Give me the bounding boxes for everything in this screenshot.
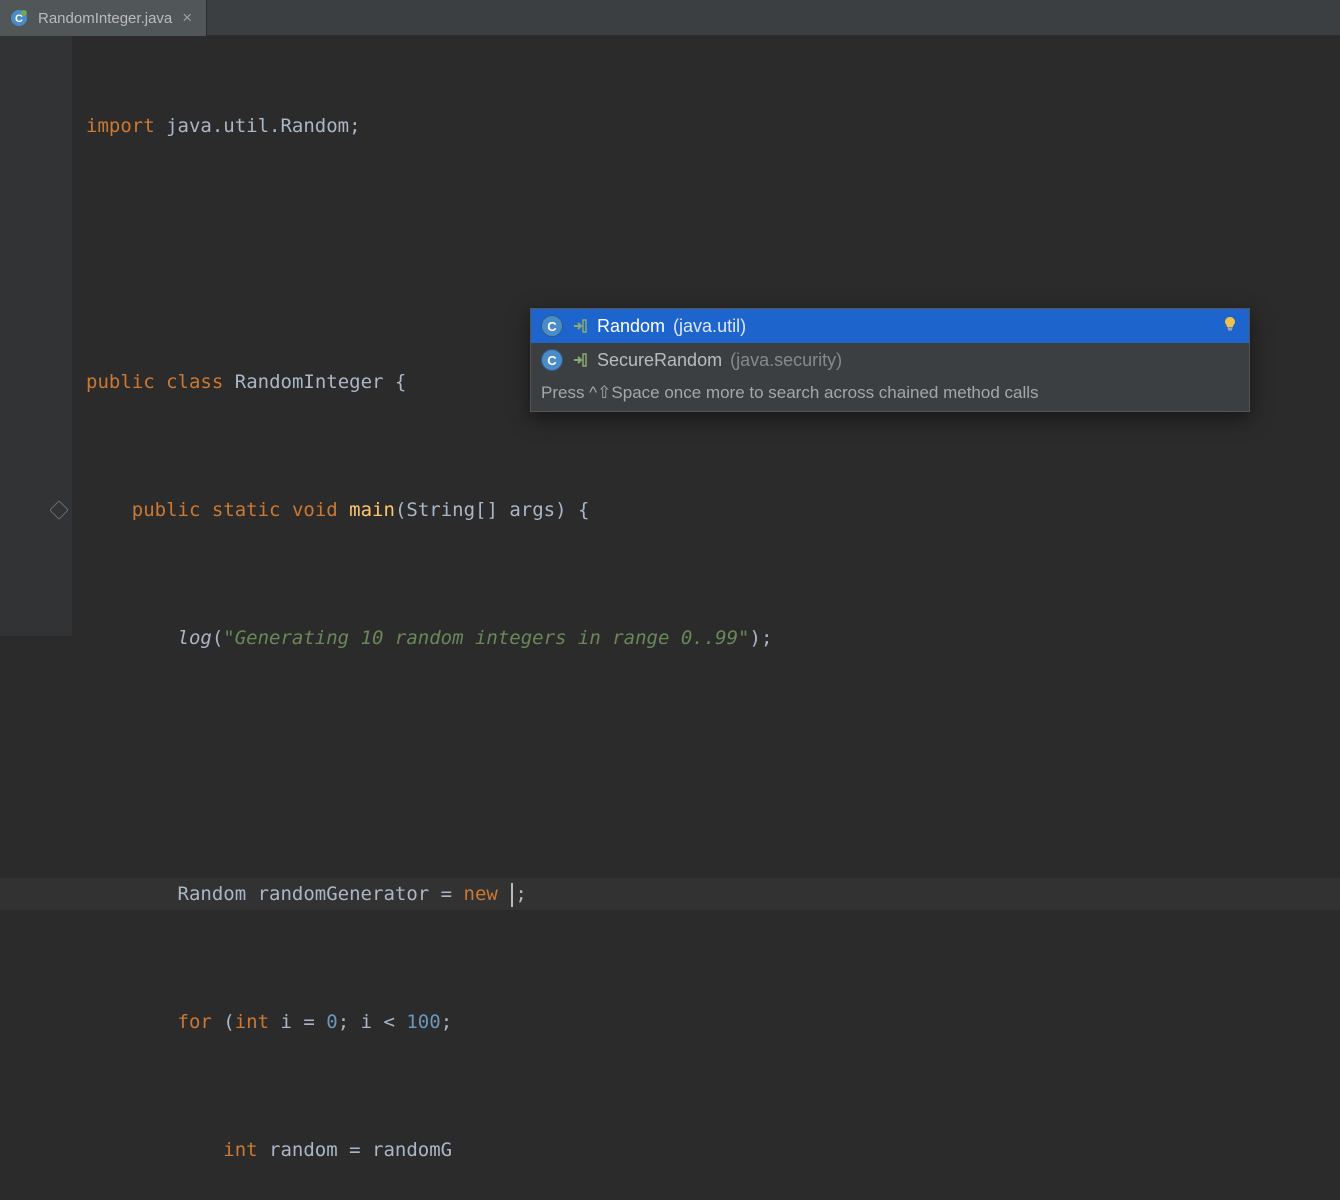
fold-icon[interactable] [0, 503, 72, 517]
completion-name: Random [597, 316, 665, 337]
lightbulb-icon[interactable] [1221, 315, 1239, 338]
close-icon[interactable]: × [182, 9, 192, 26]
completion-item[interactable]: C SecureRandom (java.security) [531, 343, 1249, 377]
editor-tab-bar: C RandomInteger.java × [0, 0, 1340, 36]
import-icon [571, 317, 589, 335]
import-icon [571, 351, 589, 369]
code-content: import java.util.Random; public class Ra… [0, 46, 1340, 1200]
completion-name: SecureRandom [597, 350, 722, 371]
java-class-icon: C [10, 9, 28, 27]
text-caret [511, 883, 513, 907]
completion-popup: C Random (java.util) C SecureRandom (jav… [530, 308, 1250, 412]
code-editor[interactable]: import java.util.Random; public class Ra… [0, 36, 1340, 1200]
completion-package: (java.security) [730, 350, 842, 371]
file-tab[interactable]: C RandomInteger.java × [0, 0, 207, 36]
tab-filename: RandomInteger.java [38, 10, 172, 27]
class-icon: C [541, 349, 563, 371]
class-icon: C [541, 315, 563, 337]
completion-package: (java.util) [673, 316, 746, 337]
current-line: Random randomGenerator = new ; [0, 878, 1340, 910]
completion-item[interactable]: C Random (java.util) [531, 309, 1249, 343]
completion-hint: Press ^⇧Space once more to search across… [531, 377, 1249, 411]
